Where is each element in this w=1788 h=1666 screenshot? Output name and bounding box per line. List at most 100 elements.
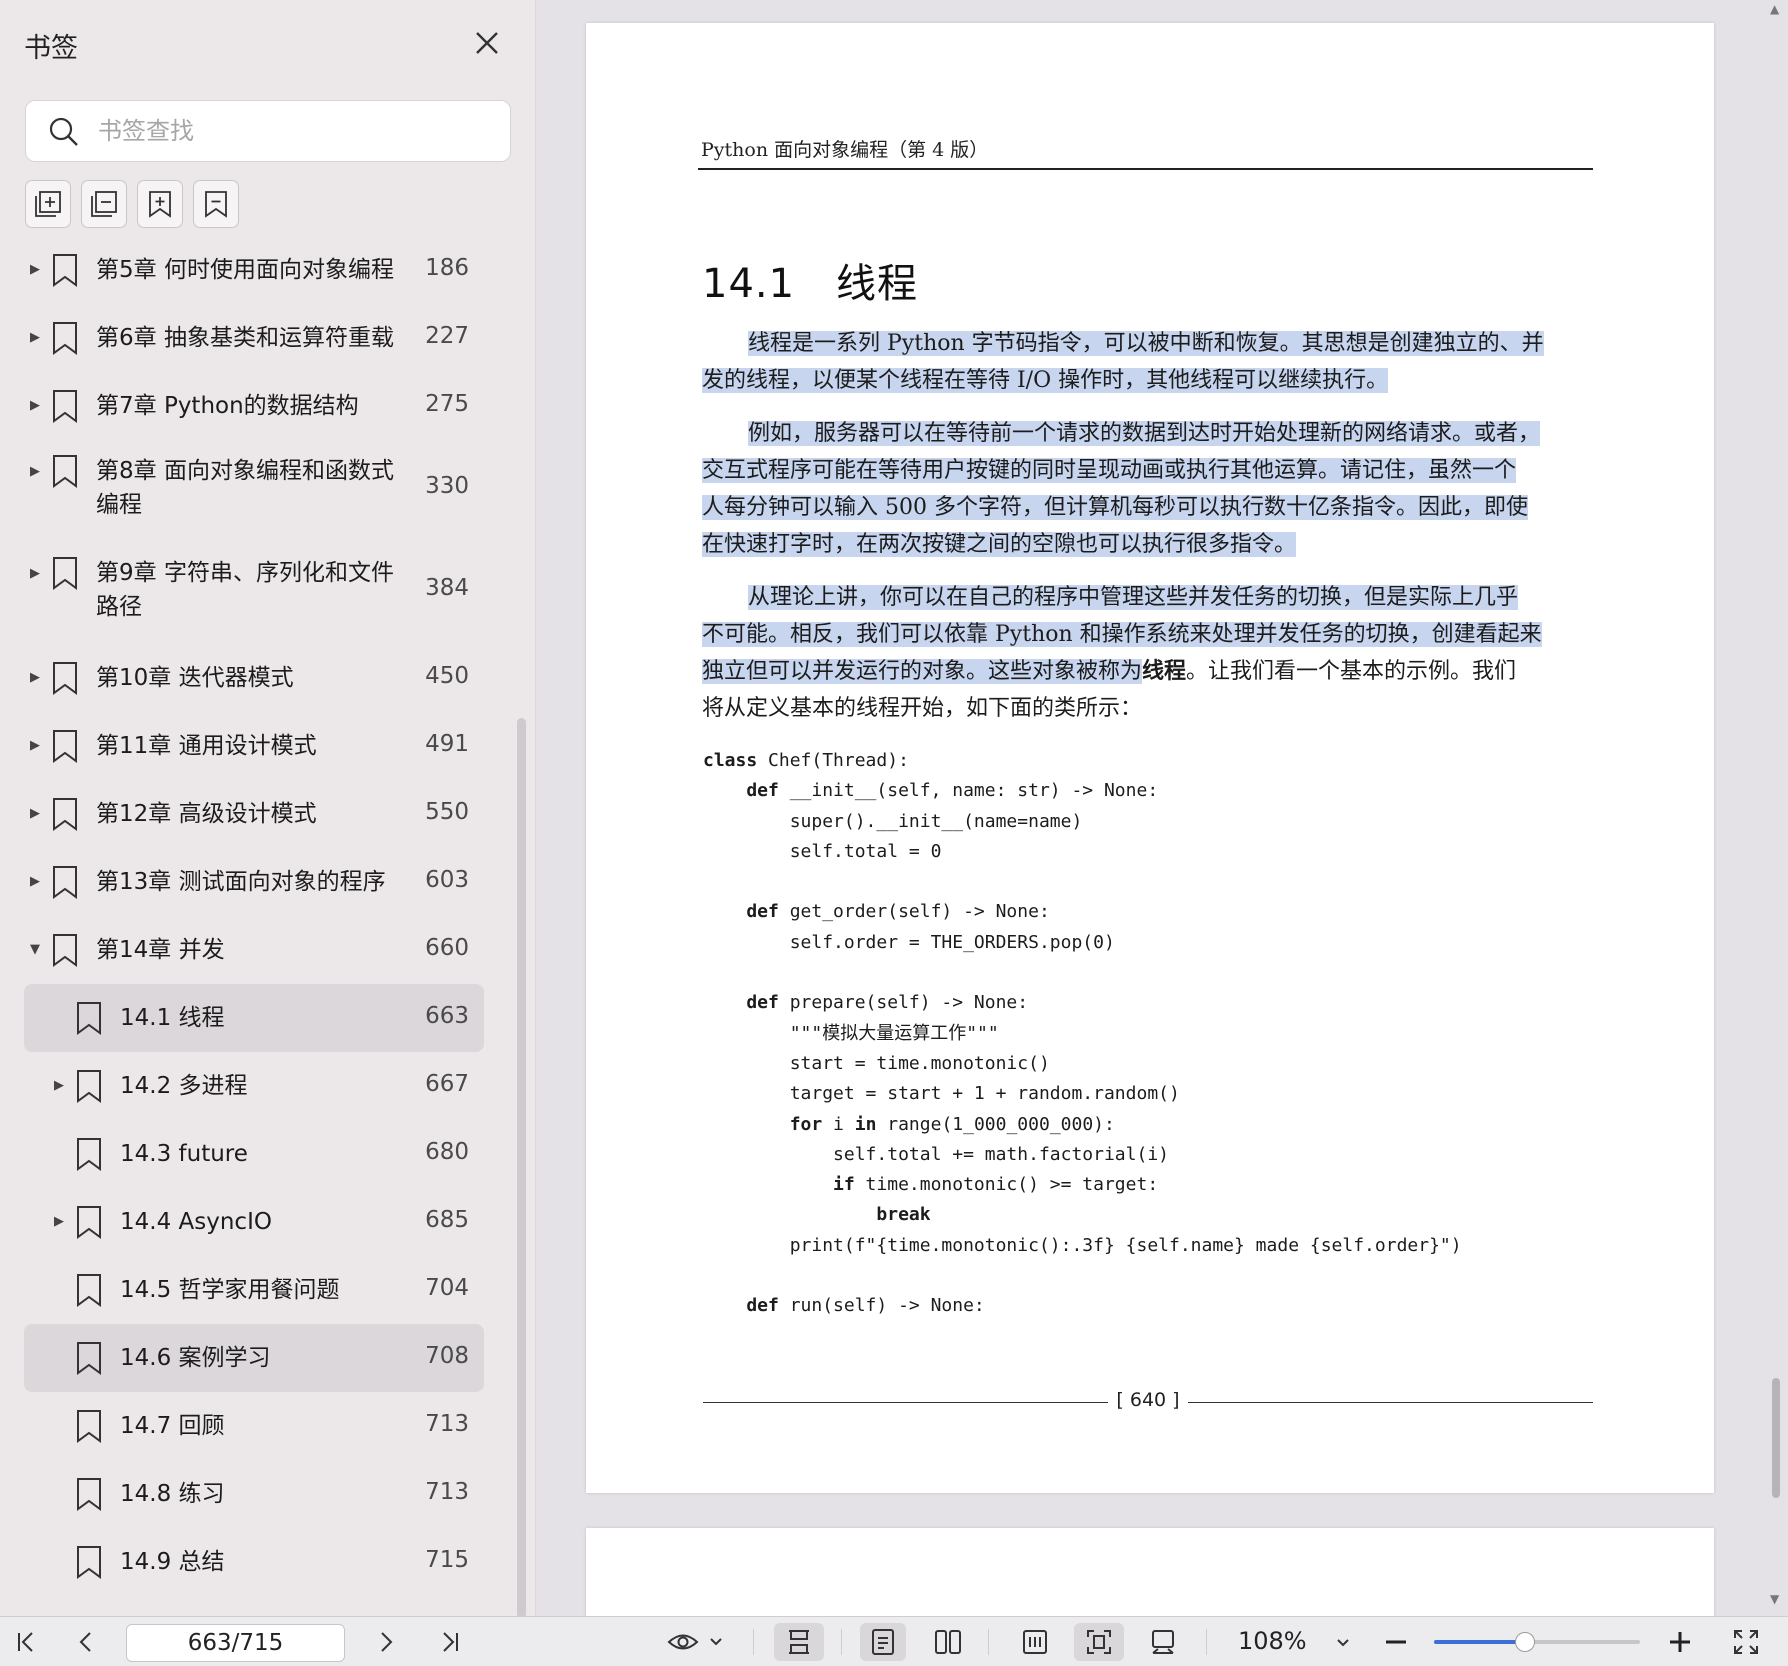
bookmark-icon: [76, 1545, 102, 1579]
caret-right-icon[interactable]: ▶: [30, 566, 40, 581]
bookmark-icon: [76, 1001, 102, 1035]
code-line: Chef(Thread):: [757, 750, 909, 771]
bookmark-item[interactable]: ▶ 第12章 高级设计模式 550: [24, 780, 484, 848]
caret-right-icon[interactable]: ▶: [30, 670, 40, 685]
bookmark-page-number: 450: [425, 663, 469, 689]
code-block[interactable]: class Chef(Thread): def __init__(self, n…: [703, 746, 1462, 1322]
zoom-slider[interactable]: [1434, 1632, 1640, 1652]
code-keyword: for: [703, 1113, 823, 1135]
bookmark-icon: [52, 253, 78, 287]
code-line: target = start + 1 + random.random(): [703, 1083, 1180, 1105]
collapse-all-icon[interactable]: [81, 180, 127, 228]
bookmark-page-number: 715: [425, 1547, 469, 1573]
bookmark-page-number: 384: [425, 575, 469, 601]
bookmark-label: 14.9 总结: [120, 1549, 225, 1575]
bookmark-item[interactable]: 14.3 future 680: [24, 1120, 484, 1188]
bookmark-label: 14.1 线程: [120, 1005, 225, 1031]
bookmark-item[interactable]: ▶ 第10章 迭代器模式 450: [24, 644, 484, 712]
code-line: super().__init__(name=name): [703, 810, 1083, 832]
divider: [988, 1629, 989, 1655]
eye-icon[interactable]: [664, 1623, 728, 1661]
caret-right-icon[interactable]: ▶: [30, 738, 40, 753]
zoom-slider-handle[interactable]: [1514, 1632, 1535, 1652]
two-page-icon[interactable]: [925, 1623, 971, 1661]
bottom-toolbar: 108%: [0, 1616, 1788, 1666]
caret-down-icon[interactable]: ▼: [30, 942, 40, 957]
running-header: Python 面向对象编程（第 4 版）: [701, 139, 989, 161]
single-page-icon[interactable]: [860, 1623, 906, 1661]
bookmark-label: 14.2 多进程: [120, 1073, 248, 1099]
bookmark-icon: [76, 1409, 102, 1443]
paragraph-1[interactable]: 线程是一系列 Python 字节码指令，可以被中断和恢复。其思想是创建独立的、并…: [702, 325, 1592, 399]
bookmark-item[interactable]: 14.8 练习 713: [24, 1460, 484, 1528]
bookmark-item[interactable]: 14.7 回顾 713: [24, 1392, 484, 1460]
zoom-level[interactable]: 108%: [1238, 1627, 1307, 1655]
bookmark-icon: [52, 661, 78, 695]
paragraph-3[interactable]: 从理论上讲，你可以在自己的程序中管理这些并发任务的切换，但是实际上几乎 不可能。…: [702, 579, 1592, 727]
caret-right-icon[interactable]: ▶: [30, 806, 40, 821]
bookmark-item[interactable]: 14.5 哲学家用餐问题 704: [24, 1256, 484, 1324]
bookmark-item[interactable]: ▶ 第11章 通用设计模式 491: [24, 712, 484, 780]
rotate-page-icon[interactable]: [1140, 1623, 1186, 1661]
bookmark-item[interactable]: ▶ 第5章 何时使用面向对象编程 186: [24, 236, 484, 304]
text-line: 交互式程序可能在等待用户按键的同时呈现动画或执行其他运算。请记住，虽然一个: [702, 458, 1517, 483]
caret-right-icon[interactable]: ▶: [30, 330, 40, 345]
fullscreen-icon[interactable]: [1726, 1623, 1766, 1661]
caret-right-icon[interactable]: ▶: [54, 1214, 64, 1229]
search-icon: [48, 116, 80, 148]
paragraph-2[interactable]: 例如，服务器可以在等待前一个请求的数据到达时开始处理新的网络请求。或者， 交互式…: [702, 415, 1592, 563]
bookmark-label: 第8章 面向对象编程和函数式: [96, 458, 394, 484]
document-scrollbar[interactable]: ▲ ▼: [1764, 0, 1788, 1616]
bookmark-item[interactable]: ▶ 第7章 Python的数据结构 275: [24, 372, 484, 440]
scroll-down-icon[interactable]: ▼: [1770, 1592, 1779, 1606]
first-page-icon[interactable]: [8, 1623, 44, 1661]
bookmark-item[interactable]: ▶ 第9章 字符串、序列化和文件 路径 384: [24, 542, 484, 644]
scroll-up-icon[interactable]: ▲: [1770, 2, 1779, 16]
caret-right-icon[interactable]: ▶: [30, 874, 40, 889]
code-line: self.order = THE_ORDERS.pop(0): [703, 931, 1115, 953]
close-icon[interactable]: [470, 26, 504, 60]
bookmark-search-input[interactable]: [98, 111, 498, 151]
fit-page-icon[interactable]: [1074, 1623, 1124, 1661]
chevron-down-icon[interactable]: [1328, 1623, 1358, 1661]
continuous-scroll-icon[interactable]: [774, 1623, 824, 1661]
bookmark-item[interactable]: 14.6 案例学习 708: [24, 1324, 484, 1392]
bookmark-label: 第11章 通用设计模式: [96, 733, 317, 759]
bookmark-item[interactable]: ▶ 14.2 多进程 667: [24, 1052, 484, 1120]
bookmark-icon: [52, 321, 78, 355]
bookmark-search-box: [25, 100, 511, 162]
previous-page-icon[interactable]: [68, 1623, 104, 1661]
bookmark-item[interactable]: ▶ 14.4 AsyncIO 685: [24, 1188, 484, 1256]
bookmark-item[interactable]: ▶ 第8章 面向对象编程和函数式 编程 330: [24, 440, 484, 542]
text-line: 。让我们看一个基本的示例。我们: [1186, 659, 1517, 684]
scroll-thumb[interactable]: [1772, 1378, 1780, 1498]
caret-right-icon[interactable]: ▶: [30, 464, 40, 479]
last-page-icon[interactable]: [432, 1623, 468, 1661]
zoom-in-icon[interactable]: [1662, 1623, 1698, 1661]
expand-all-icon[interactable]: [25, 180, 71, 228]
bookmark-label: 第5章 何时使用面向对象编程: [96, 257, 394, 283]
bookmark-icon: [52, 454, 78, 488]
bookmark-item[interactable]: 14.9 总结 715: [24, 1528, 484, 1596]
caret-right-icon[interactable]: ▶: [54, 1078, 64, 1093]
bookmark-item[interactable]: ▶ 第6章 抽象基类和运算符重载 227: [24, 304, 484, 372]
bookmark-item[interactable]: ▶ 第13章 测试面向对象的程序 603: [24, 848, 484, 916]
bookmark-icon: [52, 865, 78, 899]
caret-right-icon[interactable]: ▶: [30, 262, 40, 277]
zoom-out-icon[interactable]: [1378, 1623, 1414, 1661]
add-bookmark-icon[interactable]: [137, 180, 183, 228]
remove-bookmark-icon[interactable]: [193, 180, 239, 228]
code-line: time.monotonic() >= target:: [854, 1174, 1159, 1196]
divider: [1206, 1629, 1207, 1655]
caret-right-icon[interactable]: ▶: [30, 398, 40, 413]
text-line: 从理论上讲，你可以在自己的程序中管理这些并发任务的切换，但是实际上几乎: [748, 585, 1519, 610]
next-page-icon[interactable]: [368, 1623, 404, 1661]
bookmark-item[interactable]: ▼ 第14章 并发 660: [24, 916, 484, 984]
code-line: range(1_000_000_000):: [876, 1113, 1115, 1135]
code-line: self.total += math.factorial(i): [703, 1143, 1169, 1165]
bookmark-item[interactable]: 14.1 线程 663: [24, 984, 484, 1052]
sidebar-scrollbar[interactable]: [517, 718, 526, 1616]
code-blank: [703, 1261, 1462, 1291]
fit-width-icon[interactable]: [1012, 1623, 1058, 1661]
page-number-input[interactable]: [126, 1624, 345, 1662]
